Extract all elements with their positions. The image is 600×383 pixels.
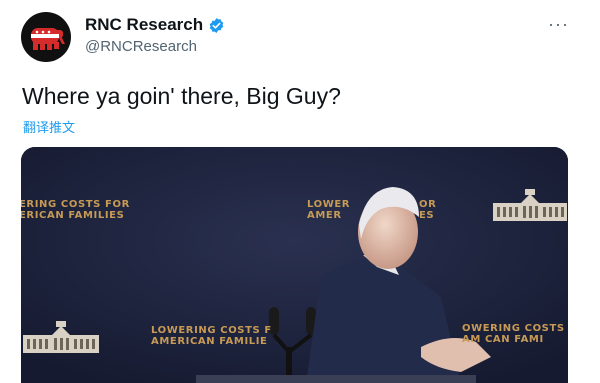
display-name[interactable]: RNC Research [85,15,203,35]
banner-text: ERING COSTS FOR ERICAN FAMILIES [21,199,130,221]
verified-badge-icon [208,17,225,34]
white-house-icon [23,321,99,353]
tweet-text: Where ya goin' there, Big Guy? [22,83,341,109]
video-frame [21,147,568,383]
banner-text: OWERING COSTS AM CAN FAMI [462,323,565,345]
account-handle[interactable]: @RNCResearch [85,38,197,55]
white-house-icon [493,189,567,221]
avatar[interactable] [21,12,71,62]
translate-tweet-link[interactable]: 翻译推文 [23,117,75,136]
more-options-icon[interactable]: ··· [548,14,569,35]
banner-text: LOWER AMER [307,199,351,221]
tweet-video[interactable]: ERING COSTS FOR ERICAN FAMILIES LOWER AMER… [21,147,568,383]
name-row: RNC Research [85,15,225,35]
banner-text: LOWERING COSTS F AMERICAN FAMILIE [151,325,272,347]
gop-elephant-icon [31,28,65,50]
banner-text: OR ES [419,199,437,221]
